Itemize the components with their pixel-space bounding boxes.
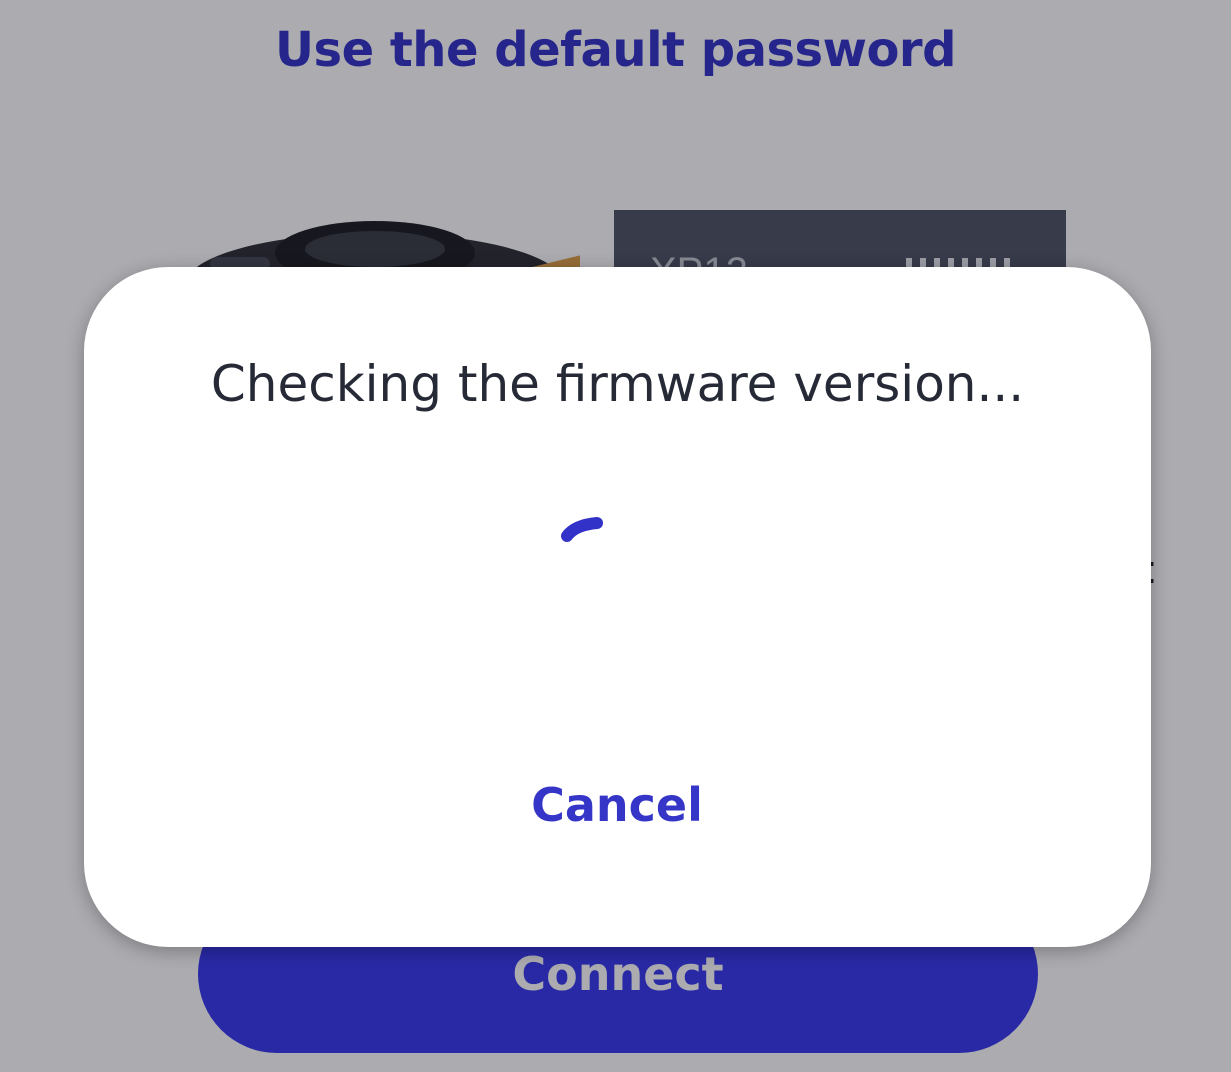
cancel-button[interactable]: Cancel [467,765,767,845]
firmware-check-dialog: Checking the firmware version... Cancel [84,267,1151,947]
screen: Use the default password XP12 : Connect … [0,0,1231,1072]
loading-spinner-icon [561,517,603,542]
dialog-message: Checking the firmware version... [210,355,1025,413]
